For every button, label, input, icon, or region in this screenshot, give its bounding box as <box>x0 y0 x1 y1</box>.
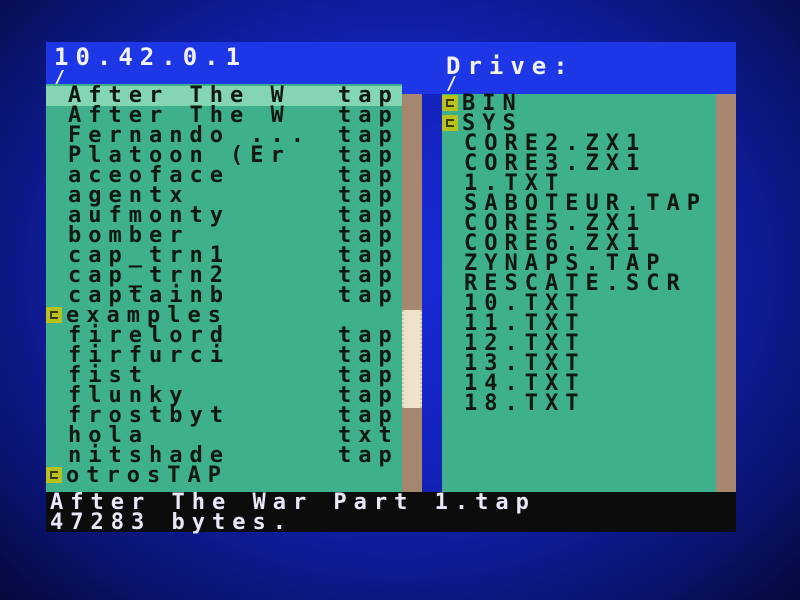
drive-file-list[interactable]: BIN SYS CORE2.ZX1 CORE3.ZX1 1.TXT SABOTEUR.TA… <box>442 93 716 492</box>
file-name: otrosTAP <box>66 463 228 488</box>
file-name: 18.TXT <box>464 391 586 416</box>
status-bar: After The War Part 1.tap 47283 bytes. <box>46 492 736 535</box>
drive-title: Drive: <box>446 52 575 80</box>
file-extension: tap <box>338 443 399 468</box>
file-extension: tap <box>338 283 399 308</box>
remote-folder-item[interactable]: otrosTAP <box>46 463 402 488</box>
file-browser-screen: 10.42.0.1 / Drive: / After The Wtap After… <box>0 0 800 600</box>
remote-scrollbar-thumb[interactable] <box>402 310 422 408</box>
folder-icon <box>46 467 62 483</box>
drive-file-item[interactable]: 18.TXT <box>442 391 716 416</box>
remote-file-list[interactable]: After The Wtap After The Wtap Fernando ...… <box>46 84 402 492</box>
remote-scrollbar[interactable] <box>402 94 422 492</box>
folder-icon <box>442 115 458 131</box>
folder-icon <box>442 95 458 111</box>
drive-path: / <box>446 73 457 94</box>
folder-icon <box>46 307 62 323</box>
remote-host-title: 10.42.0.1 <box>54 43 248 71</box>
drive-scrollbar[interactable] <box>716 94 736 492</box>
status-size: 47283 bytes. <box>50 510 293 535</box>
